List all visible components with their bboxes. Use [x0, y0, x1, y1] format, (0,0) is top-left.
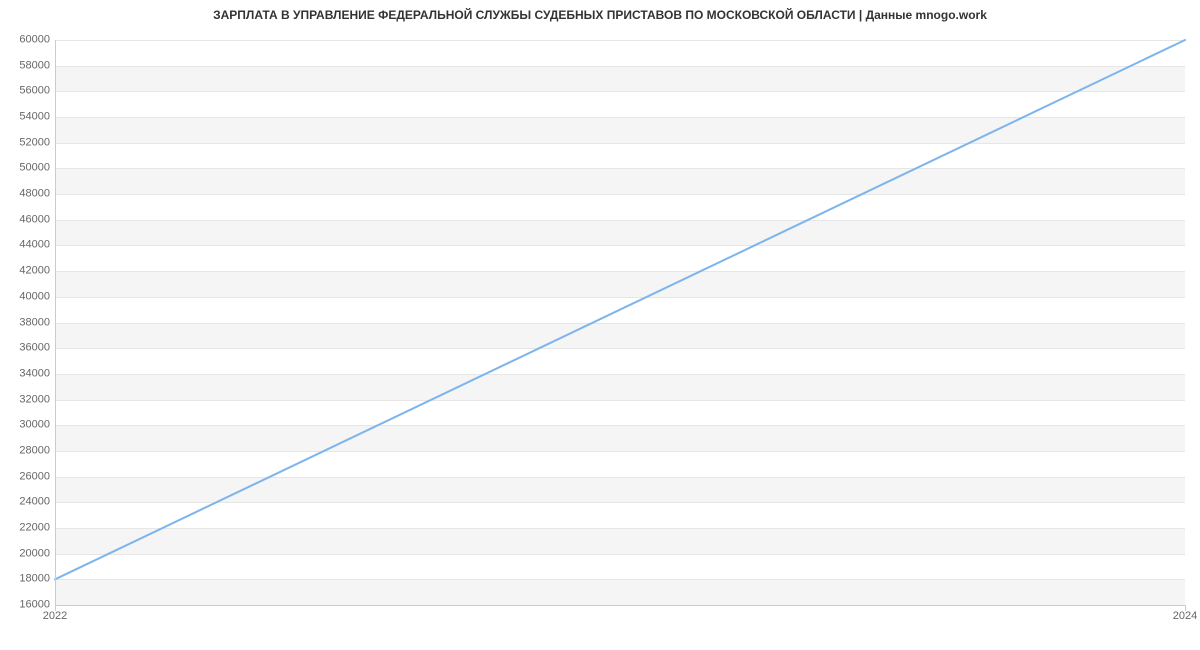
- y-axis-tick-label: 54000: [5, 112, 50, 123]
- y-axis-tick-label: 46000: [5, 214, 50, 225]
- chart-title: ЗАРПЛАТА В УПРАВЛЕНИЕ ФЕДЕРАЛЬНОЙ СЛУЖБЫ…: [0, 8, 1200, 22]
- line-layer: [55, 40, 1185, 605]
- y-axis-tick-label: 34000: [5, 368, 50, 379]
- y-axis-tick-label: 60000: [5, 35, 50, 46]
- y-axis-tick-label: 32000: [5, 394, 50, 405]
- y-axis-tick-label: 22000: [5, 522, 50, 533]
- y-axis-tick-label: 18000: [5, 574, 50, 585]
- x-axis-tick-label: 2022: [43, 610, 67, 622]
- y-axis-tick-label: 56000: [5, 86, 50, 97]
- chart-container: ЗАРПЛАТА В УПРАВЛЕНИЕ ФЕДЕРАЛЬНОЙ СЛУЖБЫ…: [0, 0, 1200, 650]
- y-axis-tick-label: 40000: [5, 291, 50, 302]
- y-axis-tick-label: 36000: [5, 343, 50, 354]
- y-axis-tick-label: 20000: [5, 548, 50, 559]
- x-axis-tick-label: 2024: [1173, 610, 1197, 622]
- series-line: [55, 40, 1185, 579]
- y-axis-line: [55, 40, 56, 605]
- y-axis-tick-label: 38000: [5, 317, 50, 328]
- y-axis-tick-label: 48000: [5, 189, 50, 200]
- y-axis-tick-label: 44000: [5, 240, 50, 251]
- plot-area: [55, 40, 1185, 605]
- y-axis-tick-label: 28000: [5, 445, 50, 456]
- y-axis-tick-label: 58000: [5, 60, 50, 71]
- y-axis-tick-label: 26000: [5, 471, 50, 482]
- y-axis-tick-label: 50000: [5, 163, 50, 174]
- x-axis-line: [55, 605, 1185, 606]
- y-axis-tick-label: 42000: [5, 266, 50, 277]
- y-axis-tick-label: 24000: [5, 497, 50, 508]
- y-axis-tick-label: 52000: [5, 137, 50, 148]
- y-axis-tick-label: 16000: [5, 600, 50, 611]
- y-axis-tick-label: 30000: [5, 420, 50, 431]
